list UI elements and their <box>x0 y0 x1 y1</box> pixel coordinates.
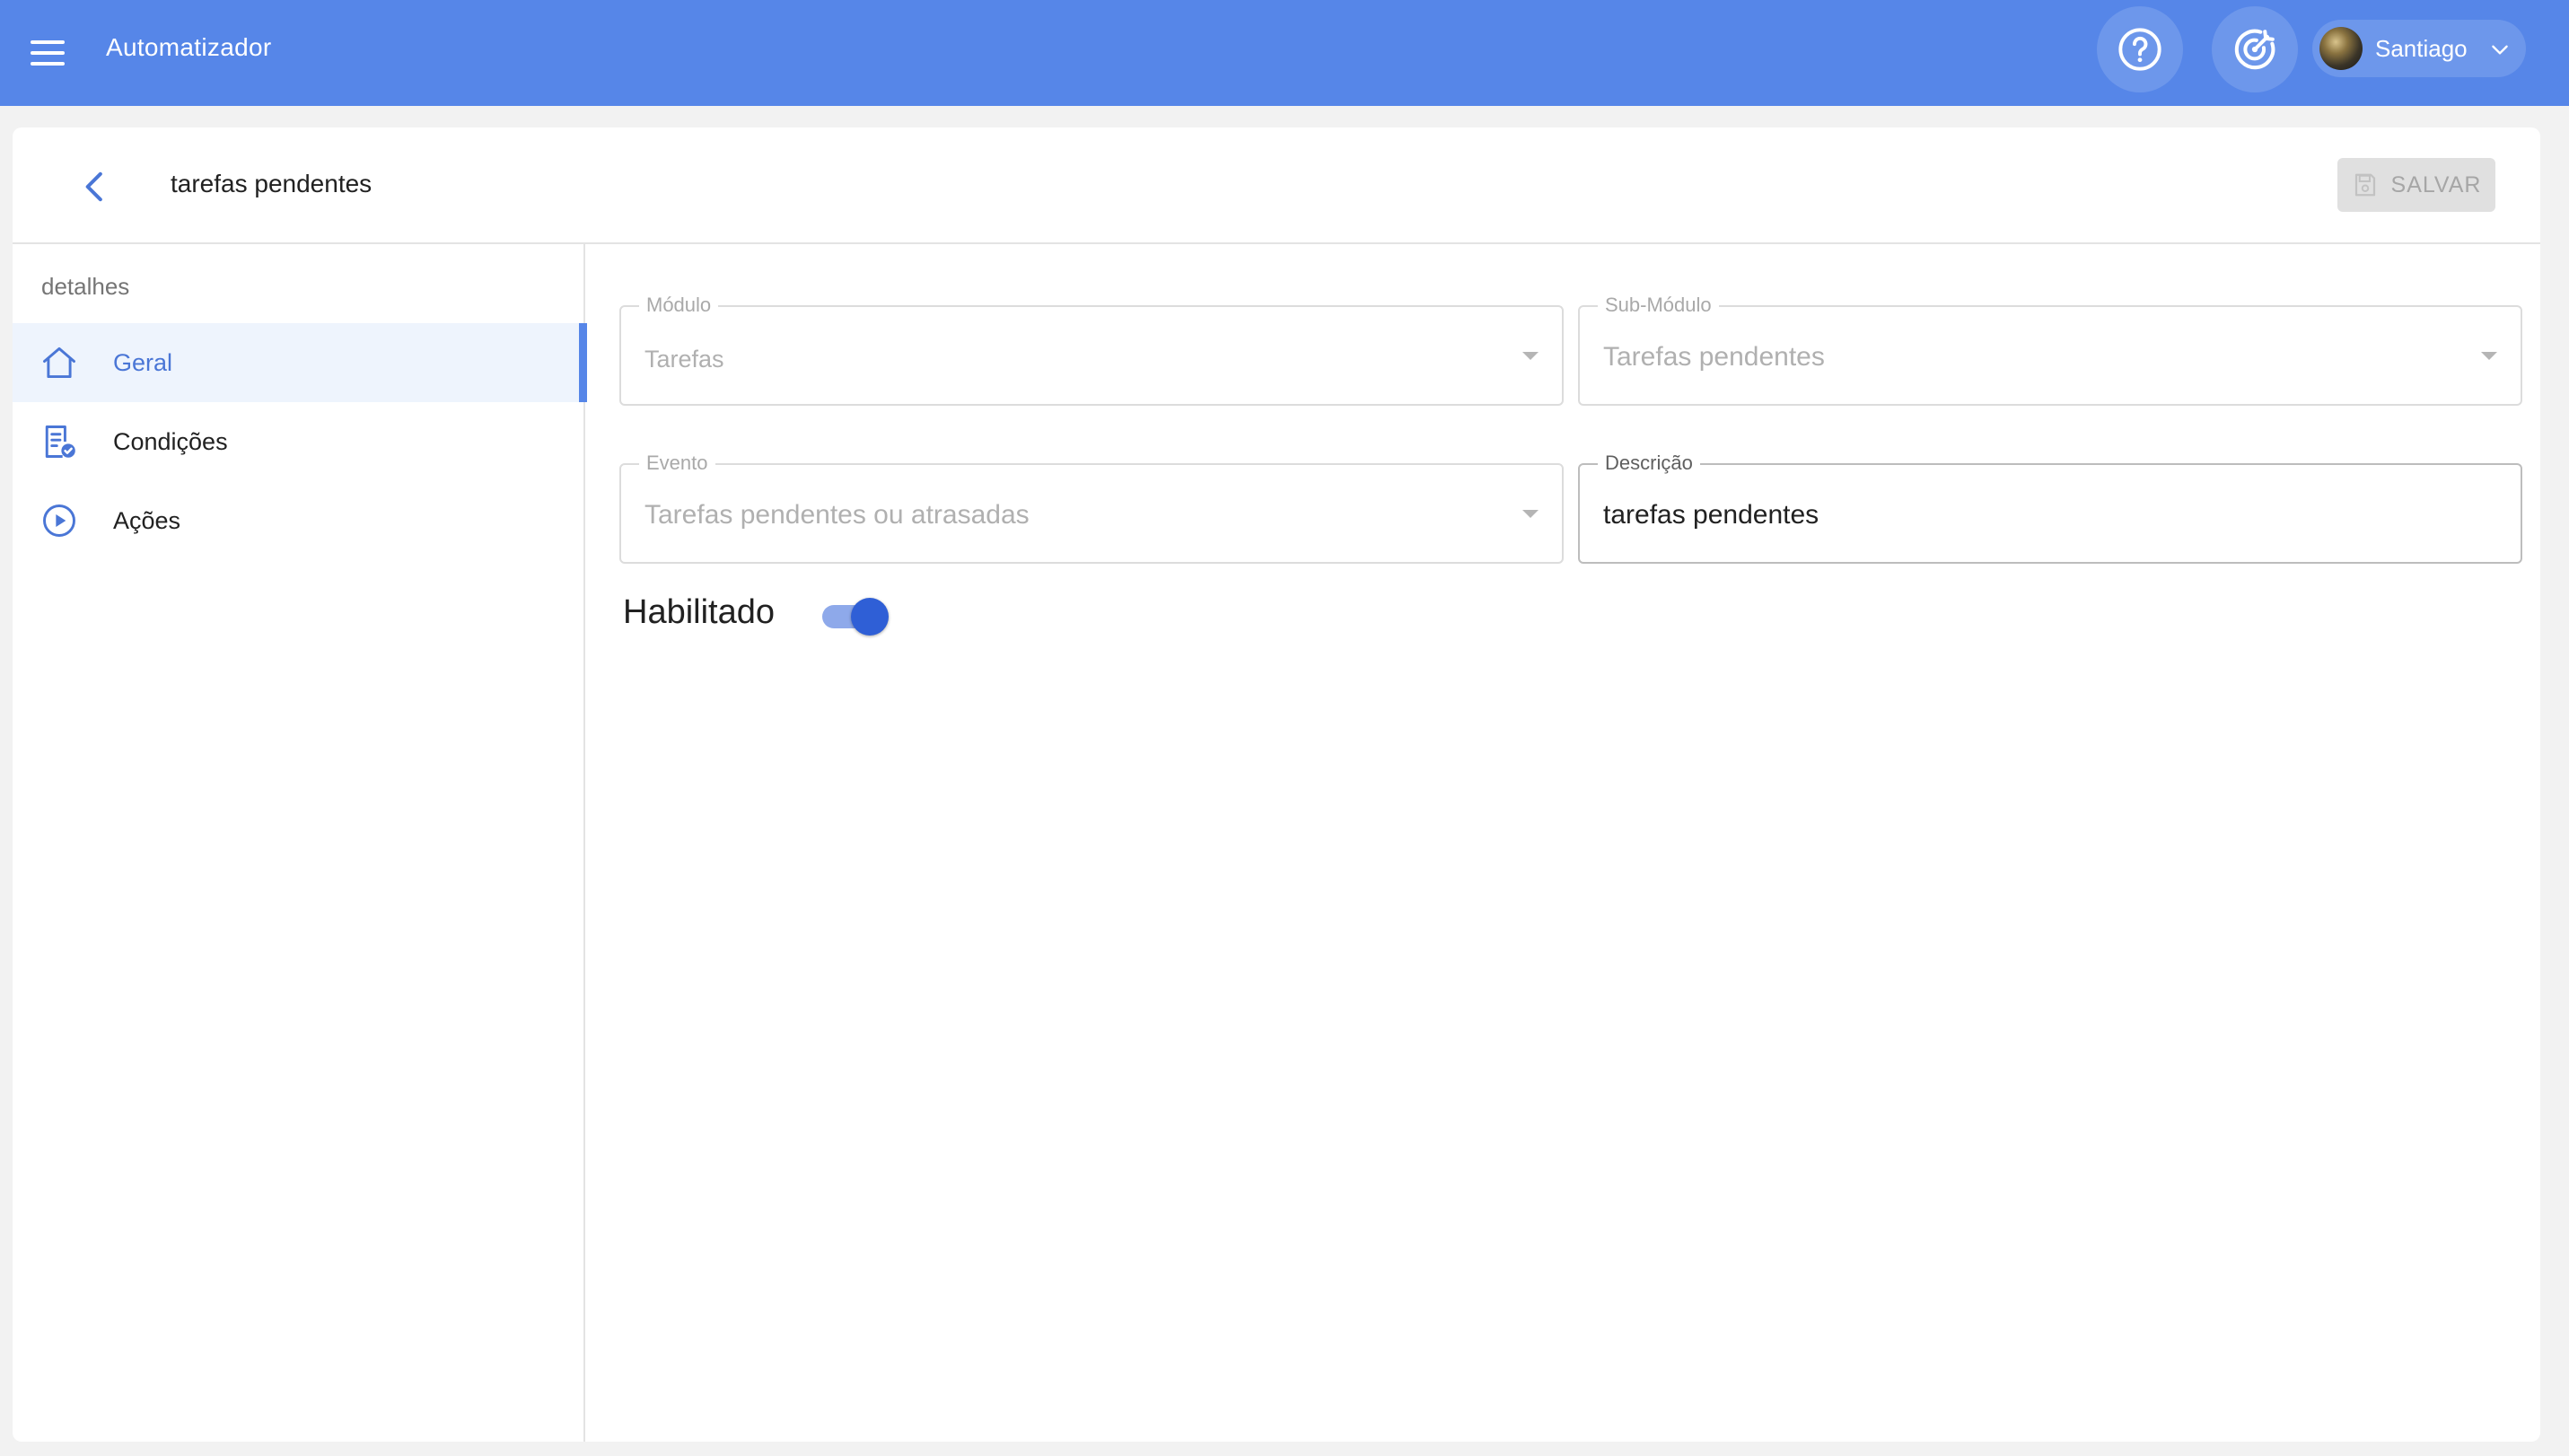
help-icon <box>2118 28 2161 71</box>
home-icon <box>39 343 79 382</box>
save-button[interactable]: SALVAR <box>2337 158 2495 212</box>
page-title: tarefas pendentes <box>171 170 373 197</box>
chevron-down-icon <box>2492 45 2508 55</box>
habilitado-toggle[interactable] <box>820 596 890 636</box>
sidebar-item-geral[interactable]: Geral <box>13 323 587 402</box>
avatar <box>2319 27 2363 70</box>
sidebar-item-label: Condições <box>113 428 228 455</box>
app-title: Automatizador <box>106 33 272 61</box>
save-icon <box>2354 173 2375 197</box>
evento-select[interactable]: Evento Tarefas pendentes ou atrasadas <box>619 452 1564 564</box>
back-button[interactable] <box>68 160 122 214</box>
submodulo-value: Tarefas pendentes <box>1603 342 1825 372</box>
chevron-left-icon <box>85 171 102 202</box>
card-header: tarefas pendentes SALVAR <box>13 127 2540 244</box>
app-bar: Automatizador Santiago <box>0 0 2569 106</box>
toggle-thumb <box>851 598 889 636</box>
descricao-label: Descrição <box>1598 452 1700 474</box>
help-button[interactable] <box>2097 6 2183 92</box>
descricao-field[interactable]: Descrição tarefas pendentes <box>1578 452 2522 564</box>
content-card: tarefas pendentes SALVAR detalhes Geral <box>13 127 2540 1442</box>
user-name: Santiago <box>2375 35 2468 62</box>
dropdown-arrow-icon <box>2481 352 2497 360</box>
menu-icon[interactable] <box>27 32 70 74</box>
dropdown-arrow-icon <box>1522 352 1539 360</box>
evento-label: Evento <box>639 452 715 474</box>
play-circle-icon <box>39 501 79 540</box>
modulo-value: Tarefas <box>644 346 724 373</box>
checklist-icon <box>39 422 79 461</box>
modulo-select[interactable]: Módulo Tarefas <box>619 294 1564 406</box>
modulo-label: Módulo <box>639 294 719 316</box>
sidebar-item-label: Geral <box>113 349 173 376</box>
user-menu[interactable]: Santiago <box>2312 20 2526 77</box>
sidebar-item-label: Ações <box>113 507 181 534</box>
evento-value: Tarefas pendentes ou atrasadas <box>644 500 1030 530</box>
submodulo-select[interactable]: Sub-Módulo Tarefas pendentes <box>1578 294 2522 406</box>
save-label: SALVAR <box>2390 171 2482 197</box>
descricao-value[interactable]: tarefas pendentes <box>1603 499 1819 531</box>
habilitado-label: Habilitado <box>623 593 775 631</box>
target-icon <box>2234 29 2275 70</box>
submodulo-label: Sub-Módulo <box>1598 294 1719 316</box>
goals-button[interactable] <box>2212 6 2298 92</box>
dropdown-arrow-icon <box>1522 510 1539 518</box>
sidebar-heading: detalhes <box>41 273 130 300</box>
details-sidebar: detalhes Geral Condições Ações <box>13 244 587 1442</box>
sidebar-item-acoes[interactable]: Ações <box>13 481 585 560</box>
sidebar-item-condicoes[interactable]: Condições <box>13 402 585 481</box>
